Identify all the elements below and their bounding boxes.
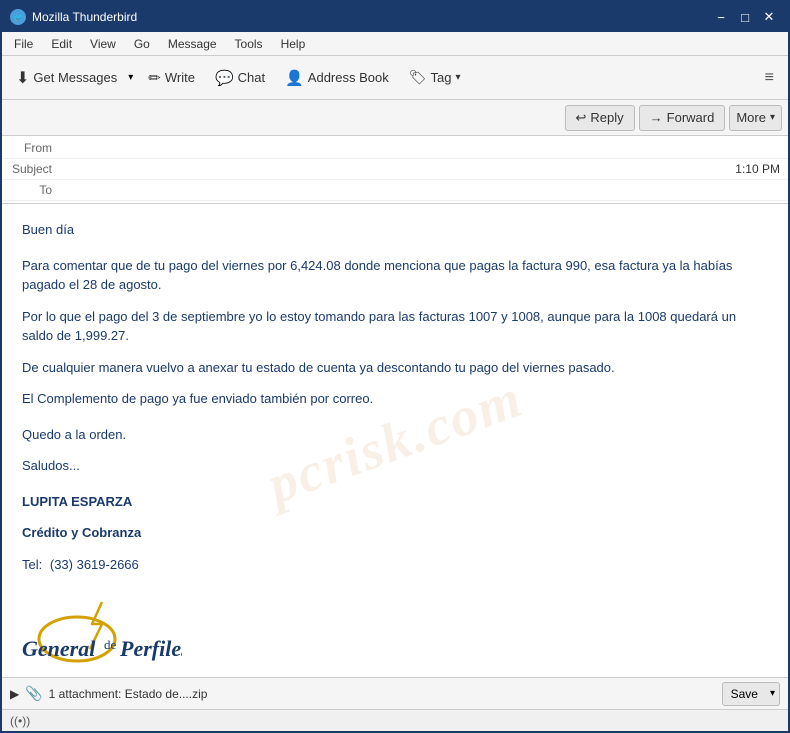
email-header: From Subject 1:10 PM To xyxy=(2,136,788,204)
chat-label: Chat xyxy=(238,70,265,85)
reply-icon: ↩ xyxy=(576,110,587,126)
write-label: Write xyxy=(165,70,195,85)
app-icon: 🐦 xyxy=(10,9,26,25)
write-button[interactable]: ✏ Write xyxy=(140,61,203,95)
subject-row: Subject 1:10 PM xyxy=(2,159,788,180)
get-messages-arrow[interactable]: ▾ xyxy=(125,68,136,87)
action-bar: ↩ Reply → Forward More ▾ xyxy=(2,100,788,136)
tag-button[interactable]: 🏷 Tag ▾ xyxy=(401,61,469,95)
window-controls: − □ ✕ xyxy=(710,8,780,26)
forward-button[interactable]: → Forward xyxy=(639,105,726,131)
get-messages-group: ⬇ Get Messages ▾ xyxy=(8,61,136,95)
menu-tools[interactable]: Tools xyxy=(227,35,271,53)
paragraph1: Para comentar que de tu pago del viernes… xyxy=(22,256,768,295)
forward-label: Forward xyxy=(667,110,715,125)
sign1: Quedo a la orden. xyxy=(22,425,768,445)
menu-edit[interactable]: Edit xyxy=(43,35,80,53)
more-button[interactable]: More ▾ xyxy=(729,105,782,131)
sender-dept: Crédito y Cobranza xyxy=(22,523,768,543)
address-book-icon: 👤 xyxy=(285,69,304,87)
more-label: More xyxy=(736,110,766,125)
minimize-button[interactable]: − xyxy=(710,8,732,26)
get-messages-icon: ⬇ xyxy=(16,68,29,88)
title-bar-left: 🐦 Mozilla Thunderbird xyxy=(10,9,137,25)
tel-label: Tel: xyxy=(22,557,42,572)
company-logo: General de Perfiles xyxy=(22,594,768,664)
subject-label: Subject xyxy=(10,162,60,176)
reply-button[interactable]: ↩ Reply xyxy=(565,105,635,131)
menu-file[interactable]: File xyxy=(6,35,41,53)
save-button[interactable]: Save xyxy=(723,685,766,703)
svg-text:Perfiles: Perfiles xyxy=(119,636,182,661)
paragraph4: El Complemento de pago ya fue enviado ta… xyxy=(22,389,768,409)
paperclip-icon: 📎 xyxy=(25,685,42,702)
menu-help[interactable]: Help xyxy=(273,35,314,53)
maximize-button[interactable]: □ xyxy=(734,8,756,26)
to-label: To xyxy=(10,183,60,197)
toolbar-menu-button[interactable]: ≡ xyxy=(757,65,782,91)
status-bar: ((•)) xyxy=(2,709,788,731)
address-book-button[interactable]: 👤 Address Book xyxy=(277,61,397,95)
email-body: pcrisk.com Buen día Para comentar que de… xyxy=(2,204,788,677)
more-arrow-icon: ▾ xyxy=(770,112,775,123)
sender-tel: Tel: (33) 3619-2666 xyxy=(22,555,768,575)
from-row: From xyxy=(2,138,788,159)
chat-icon: 💬 xyxy=(215,69,234,87)
paragraph2: Por lo que el pago del 3 de septiembre y… xyxy=(22,307,768,346)
menu-view[interactable]: View xyxy=(82,35,124,53)
email-time: 1:10 PM xyxy=(735,162,780,176)
window-title: Mozilla Thunderbird xyxy=(32,10,137,24)
close-button[interactable]: ✕ xyxy=(758,8,780,26)
write-icon: ✏ xyxy=(148,69,161,87)
menu-go[interactable]: Go xyxy=(126,35,158,53)
main-window: 🐦 Mozilla Thunderbird − □ ✕ File Edit Vi… xyxy=(0,0,790,733)
save-group: Save ▾ xyxy=(722,682,780,706)
tag-label: Tag xyxy=(431,70,452,85)
logo-svg: General de Perfiles xyxy=(22,594,182,664)
get-messages-button[interactable]: ⬇ Get Messages xyxy=(8,61,125,95)
greeting-text: Buen día xyxy=(22,220,768,240)
attachment-info: ▶ 📎 1 attachment: Estado de....zip xyxy=(10,685,207,702)
tel-value: (33) 3619-2666 xyxy=(50,557,139,572)
address-book-label: Address Book xyxy=(308,70,389,85)
paragraph3: De cualquier manera vuelvo a anexar tu e… xyxy=(22,358,768,378)
chat-button[interactable]: 💬 Chat xyxy=(207,61,273,95)
svg-text:General: General xyxy=(22,636,96,661)
attachment-name: 1 attachment: Estado de....zip xyxy=(49,687,208,701)
save-dropdown-button[interactable]: ▾ xyxy=(766,686,779,701)
menu-message[interactable]: Message xyxy=(160,35,225,53)
to-row: To xyxy=(2,180,788,201)
connection-status-icon: ((•)) xyxy=(10,714,30,728)
reply-label: Reply xyxy=(590,110,623,125)
attachment-bar: ▶ 📎 1 attachment: Estado de....zip Save … xyxy=(2,677,788,709)
tag-icon: 🏷 xyxy=(409,69,427,86)
from-label: From xyxy=(10,141,60,155)
sender-name: LUPITA ESPARZA xyxy=(22,492,768,512)
tag-arrow-icon: ▾ xyxy=(455,72,460,83)
get-messages-label: Get Messages xyxy=(33,70,117,85)
sign2: Saludos... xyxy=(22,456,768,476)
forward-icon: → xyxy=(650,110,663,125)
svg-text:de: de xyxy=(104,637,117,652)
menu-bar: File Edit View Go Message Tools Help xyxy=(2,32,788,56)
title-bar: 🐦 Mozilla Thunderbird − □ ✕ xyxy=(2,2,788,32)
toolbar: ⬇ Get Messages ▾ ✏ Write 💬 Chat 👤 Addres… xyxy=(2,56,788,100)
expand-icon[interactable]: ▶ xyxy=(10,687,19,701)
